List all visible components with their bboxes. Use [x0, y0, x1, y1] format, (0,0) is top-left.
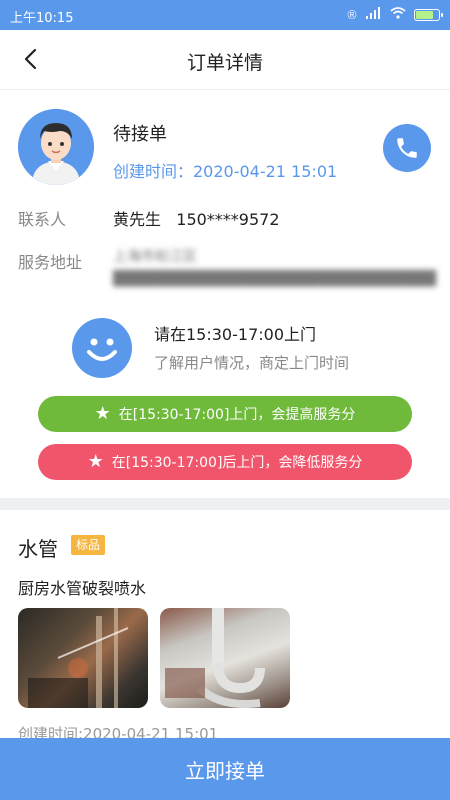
phone-icon [397, 138, 417, 158]
on-time-tip: ★ 在[15:30-17:00]上门，会提高服务分 [38, 396, 412, 432]
status-time: 上午10:15 [10, 11, 74, 26]
alarm-icon: ® [346, 7, 358, 22]
on-time-tip-text: 在[15:30-17:00]上门，会提高服务分 [118, 407, 356, 423]
battery-icon [414, 8, 443, 21]
service-description: 厨房水管破裂喷水 [18, 579, 147, 598]
star-icon: ★ [94, 403, 111, 424]
wifi-icon [390, 7, 406, 22]
signal-icon [366, 7, 382, 22]
address-value: 上海市松江区██████████████████████████████ [113, 249, 436, 287]
address-label: 服务地址 [18, 253, 83, 272]
call-button[interactable] [383, 124, 431, 172]
reminder-title: 请在15:30-17:00上门 [154, 325, 316, 344]
reminder-subtitle: 了解用户情况，商定上门时间 [154, 354, 350, 372]
accept-order-button[interactable]: 立即接单 [0, 738, 450, 800]
status-icons: ® [346, 7, 443, 22]
order-status: 待接单 [113, 124, 167, 145]
order-created-time: 创建时间：2020-04-21 15:01 [113, 162, 338, 181]
avatar [18, 109, 94, 185]
service-tag: 标品 [71, 535, 106, 555]
section-divider [0, 498, 450, 510]
smile-icon [72, 318, 132, 378]
page-title: 订单详情 [186, 52, 263, 74]
late-tip-text: 在[15:30-17:00]后上门，会降低服务分 [111, 455, 363, 471]
contact-value: 黄先生 150****9572 [113, 210, 280, 229]
service-name: 水管 [18, 537, 58, 561]
status-bar: 上午10:15 ® [0, 0, 450, 30]
contact-label: 联系人 [18, 210, 67, 229]
nav-bar: 订单详情 [0, 30, 450, 90]
service-photo[interactable] [18, 608, 148, 708]
star-icon: ★ [87, 451, 104, 472]
late-tip: ★ 在[15:30-17:00]后上门，会降低服务分 [38, 444, 412, 480]
service-photo[interactable] [160, 608, 290, 708]
